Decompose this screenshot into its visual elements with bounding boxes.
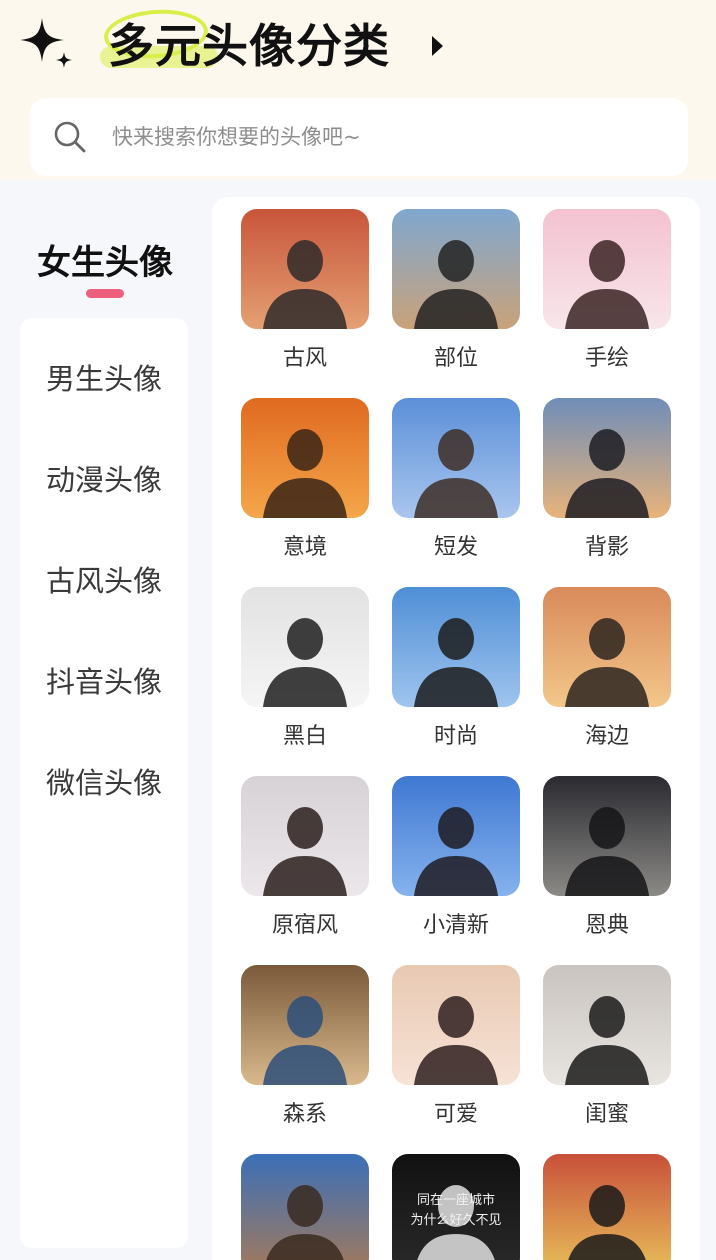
thumbnail-caption: 同在一座城市 [417,1192,495,1208]
category-thumbnail[interactable] [392,398,520,518]
category-label[interactable]: 可爱 [376,1099,536,1131]
category-thumbnail[interactable] [392,209,520,329]
page-title[interactable]: 多元头像分类 [108,14,390,78]
avatar-photo: 同在一座城市为什么好久不见 [392,1154,520,1260]
category-label[interactable]: 原宿风 [225,910,385,942]
avatar-photo [543,587,671,707]
category-thumbnail[interactable] [543,1154,671,1260]
category-thumbnail[interactable] [241,965,369,1085]
category-thumbnail[interactable] [241,1154,369,1260]
category-thumbnail[interactable] [543,209,671,329]
category-label[interactable]: 部位 [376,343,536,375]
category-label[interactable]: 恩典 [527,910,687,942]
thumbnail-caption: 为什么好久不见 [410,1213,501,1228]
category-label[interactable]: 时尚 [376,721,536,753]
avatar-photo [241,587,369,707]
category-label[interactable]: 海边 [527,721,687,753]
avatar-photo [392,587,520,707]
category-label[interactable]: 短发 [376,532,536,564]
avatar-photo [241,776,369,896]
category-thumbnail[interactable] [392,776,520,896]
category-label[interactable]: 黑白 [225,721,385,753]
sidebar: 男生头像 动漫头像 古风头像 抖音头像 微信头像 [20,318,188,1248]
category-label[interactable]: 意境 [225,532,385,564]
header: 多元头像分类 快来搜索你想要的头像吧~ [0,0,716,180]
category-label[interactable]: 手绘 [527,343,687,375]
avatar-photo [392,776,520,896]
avatar-photo [543,398,671,518]
category-thumbnail[interactable] [241,398,369,518]
category-thumbnail[interactable] [543,398,671,518]
sidebar-item-male[interactable]: 男生头像 [20,354,188,404]
sidebar-item-douyin[interactable]: 抖音头像 [20,657,188,707]
category-thumbnail[interactable] [543,965,671,1085]
avatar-photo [241,965,369,1085]
avatar-photo [392,965,520,1085]
active-indicator [86,289,124,298]
category-thumbnail[interactable] [241,209,369,329]
avatar-photo [392,209,520,329]
category-thumbnail[interactable] [392,587,520,707]
category-thumbnail[interactable] [543,587,671,707]
category-thumbnail[interactable] [241,587,369,707]
category-thumbnail[interactable] [543,776,671,896]
search-input[interactable]: 快来搜索你想要的头像吧~ [112,98,361,176]
category-label[interactable]: 森系 [225,1099,385,1131]
avatar-photo [543,209,671,329]
avatar-photo [543,776,671,896]
category-grid: 古风 部位 手绘 意境 短发 背影 黑白 时尚 海边 原宿风 小清新 恩典 森系 可爱 闺蜜 同在一座城市 为什… [212,197,700,1260]
sidebar-item-ancient[interactable]: 古风头像 [20,556,188,606]
search-icon [54,121,86,153]
category-thumbnail[interactable] [241,776,369,896]
category-label[interactable]: 古风 [225,343,385,375]
sidebar-item-active[interactable]: 女生头像 [20,238,190,288]
category-label[interactable]: 小清新 [376,910,536,942]
category-thumbnail[interactable] [392,965,520,1085]
sparkle-icon [20,18,72,68]
chevron-right-icon[interactable] [432,36,443,56]
category-label[interactable]: 背影 [527,532,687,564]
avatar-photo [241,1154,369,1260]
avatar-photo [241,209,369,329]
category-thumbnail[interactable]: 同在一座城市 为什么好久不见 [392,1154,520,1260]
search-bar[interactable]: 快来搜索你想要的头像吧~ [30,98,688,176]
sidebar-item-wechat[interactable]: 微信头像 [20,758,188,808]
avatar-photo [241,398,369,518]
category-label[interactable]: 闺蜜 [527,1099,687,1131]
avatar-photo [543,965,671,1085]
sidebar-item-anime[interactable]: 动漫头像 [20,455,188,505]
avatar-photo [392,398,520,518]
avatar-photo [543,1154,671,1260]
